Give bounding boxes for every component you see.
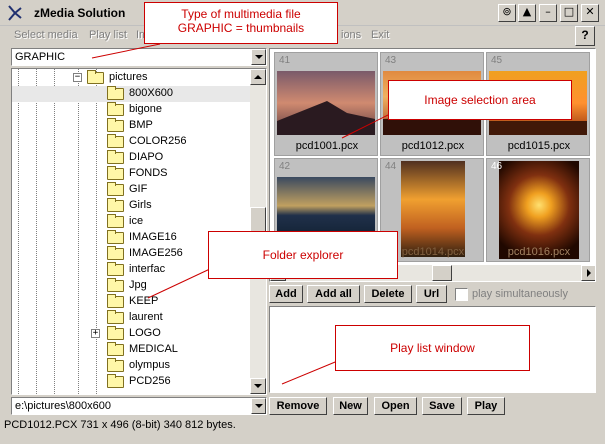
- callout-line: GRAPHIC = thumbnails: [177, 21, 305, 35]
- thumbnail-number: 46: [491, 161, 503, 172]
- callout-media-type: Type of multimedia file GRAPHIC = thumbn…: [144, 2, 338, 44]
- thumbnail-filename: pcd1016.pcx: [507, 246, 571, 258]
- callout-play-list: Play list window: [335, 325, 530, 371]
- callout-pointers: [91, 43, 399, 385]
- callout-image-area: Image selection area: [388, 80, 572, 120]
- callout-folder-explorer: Folder explorer: [208, 231, 398, 279]
- callout-line: Type of multimedia file: [181, 7, 301, 21]
